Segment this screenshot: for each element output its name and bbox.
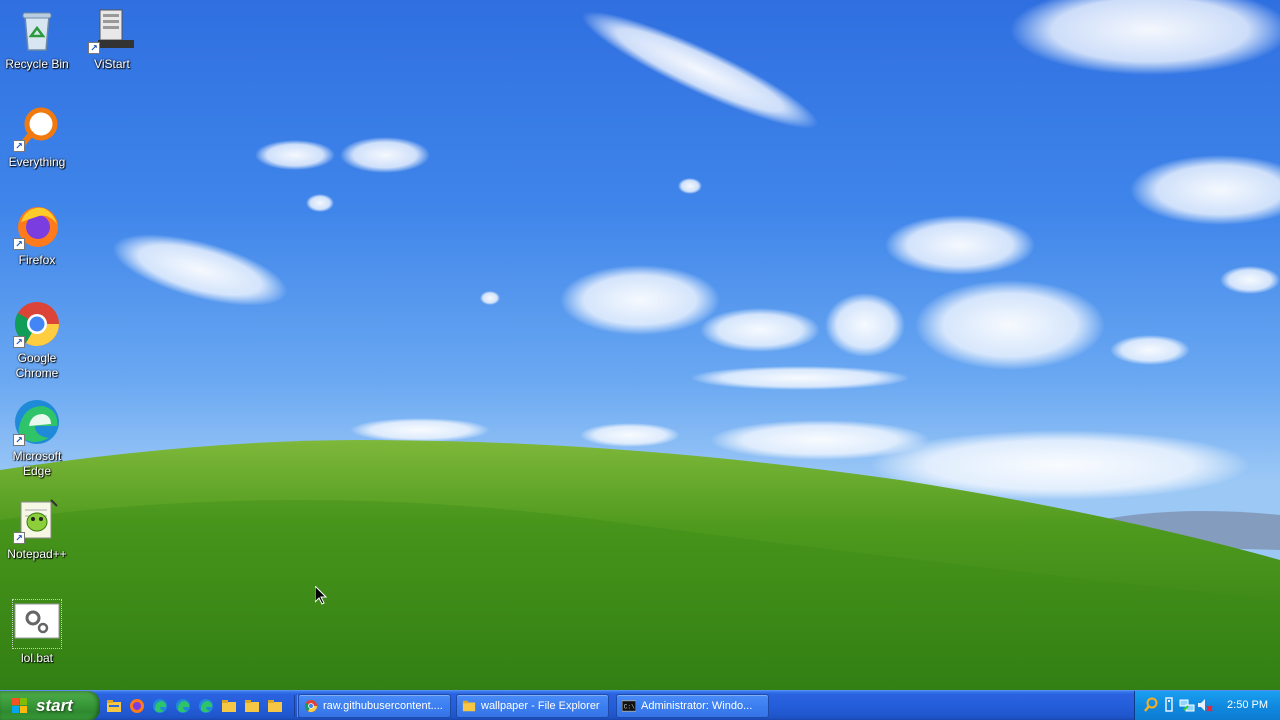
task-label: raw.githubusercontent....	[323, 700, 443, 712]
folder-icon[interactable]	[242, 696, 262, 716]
taskbar-button-chrome[interactable]: raw.githubusercontent....	[298, 694, 451, 718]
taskbar: start raw.githubusercontent.... wallpape…	[0, 690, 1280, 720]
desktop-icon-label: Microsoft Edge	[12, 449, 62, 478]
shortcut-arrow-icon: ↗	[13, 238, 25, 250]
edge-icon[interactable]	[173, 696, 193, 716]
batch-file-icon	[12, 599, 62, 649]
desktop-icon-firefox[interactable]: ↗ Firefox	[1, 202, 73, 268]
bliss-wallpaper	[0, 0, 1280, 690]
quick-launch-bar	[104, 691, 298, 720]
start-label: start	[36, 696, 73, 715]
search-icon[interactable]	[1143, 697, 1159, 713]
shortcut-arrow-icon: ↗	[13, 532, 25, 544]
desktop-icon-label: ViStart	[94, 57, 130, 71]
desktop-icon-label: lol.bat	[20, 651, 54, 665]
file-explorer-icon[interactable]	[104, 696, 124, 716]
edge-icon[interactable]	[150, 696, 170, 716]
windows-logo-icon	[12, 698, 27, 713]
clock[interactable]: 2:50 PM	[1227, 691, 1268, 720]
shortcut-arrow-icon: ↗	[13, 140, 25, 152]
firefox-icon: ↗	[13, 202, 61, 250]
notepadpp-icon: ↗	[13, 496, 61, 544]
desktop-icon-lol-bat[interactable]: lol.bat	[1, 599, 73, 666]
shortcut-arrow-icon: ↗	[13, 336, 25, 348]
edge-icon[interactable]	[196, 696, 216, 716]
folder-icon[interactable]	[219, 696, 239, 716]
desktop-icon-label: Everything	[8, 155, 66, 169]
shortcut-arrow-icon: ↗	[88, 42, 100, 54]
desktop-icon-edge[interactable]: ↗ Microsoft Edge	[1, 398, 73, 479]
network-icon[interactable]	[1179, 697, 1195, 713]
task-label: Administrator: Windo...	[641, 700, 753, 712]
usb-device-icon[interactable]	[1161, 697, 1177, 713]
shortcut-arrow-icon: ↗	[13, 434, 25, 446]
desktop-icon-label: Notepad++	[7, 547, 67, 561]
recycle-bin-icon	[13, 6, 61, 54]
desktop-icon-recycle-bin[interactable]: Recycle Bin	[1, 6, 73, 72]
desktop-icon-label: Recycle Bin	[5, 57, 69, 71]
desktop-icon-label: Google Chrome	[15, 351, 59, 380]
folder-icon	[462, 700, 476, 712]
vistart-icon: ↗	[88, 6, 136, 54]
folder-icon[interactable]	[265, 696, 285, 716]
start-button[interactable]: start	[0, 691, 100, 720]
chrome-icon: ↗	[13, 300, 61, 348]
svg-text:C:\: C:\	[624, 704, 635, 711]
cmd-icon: C:\	[622, 700, 636, 712]
taskbar-button-file-explorer[interactable]: wallpaper - File Explorer	[456, 694, 609, 718]
system-tray: 2:50 PM	[1134, 691, 1280, 720]
desktop-wallpaper: Recycle Bin ↗ ViStart ↗ Everything ↗ Fir…	[0, 0, 1280, 690]
task-label: wallpaper - File Explorer	[481, 700, 600, 712]
desktop-icon-chrome[interactable]: ↗ Google Chrome	[1, 300, 73, 381]
desktop-icon-everything[interactable]: ↗ Everything	[1, 104, 73, 170]
everything-search-icon: ↗	[13, 104, 61, 152]
volume-muted-icon[interactable]	[1197, 697, 1213, 713]
taskbar-button-cmd[interactable]: C:\ Administrator: Windo...	[616, 694, 769, 718]
desktop-icon-label: Firefox	[18, 253, 56, 267]
chrome-icon	[304, 699, 318, 713]
desktop-icon-notepadpp[interactable]: ↗ Notepad++	[1, 496, 73, 562]
desktop-icon-vistart[interactable]: ↗ ViStart	[76, 6, 148, 72]
edge-icon: ↗	[13, 398, 61, 446]
firefox-icon[interactable]	[127, 696, 147, 716]
